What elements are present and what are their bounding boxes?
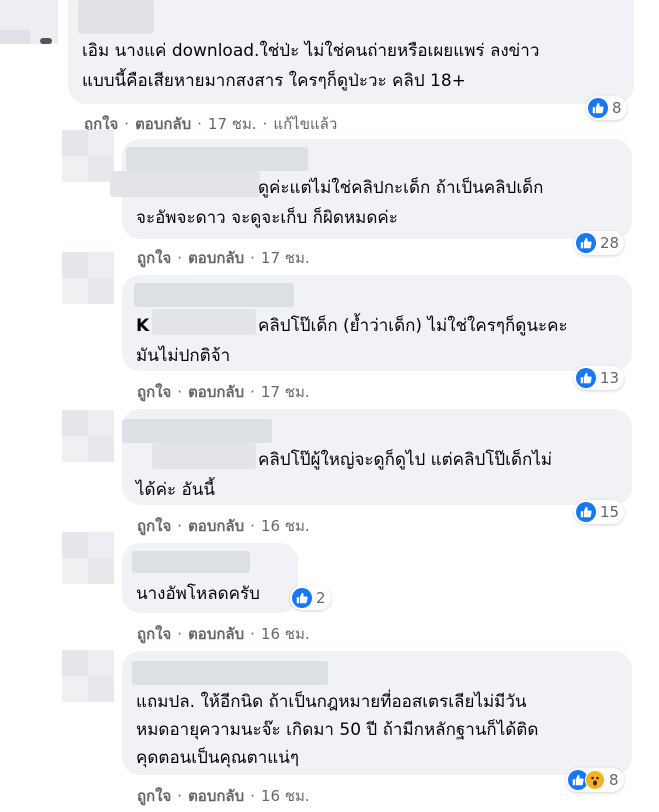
author-name-redacted[interactable]	[132, 661, 328, 685]
comment-actions: ถูกใจ · ตอบกลับ · 16 ชม.	[137, 784, 310, 808]
reply-button[interactable]: ตอบกลับ	[188, 514, 244, 538]
wow-icon	[585, 770, 605, 790]
reply-button[interactable]: ตอบกลับ	[188, 622, 244, 646]
comment-text-line: หมดอายุความนะจ๊ะ เกิดมา 50 ปี ถ้ามีกหลัก…	[136, 720, 539, 740]
like-button[interactable]: ถูกใจ	[137, 380, 171, 404]
comment-text-line: แถมปล. ให้อีกนิด ถ้าเป็นกฎหมายที่ออสเตรเ…	[136, 692, 527, 712]
timestamp[interactable]: 17 ชม.	[261, 246, 310, 270]
commenter-avatar[interactable]	[62, 410, 114, 462]
comment-text-line: คุดตอนเป็นคุณตาแน่ๆ	[136, 748, 299, 768]
author-name-redacted[interactable]	[126, 147, 308, 171]
comment-text-line: มันไม่ปกติจ้า	[136, 346, 231, 366]
comment-bubble: ดูค่ะแต่ไม่ใช่คลิปกะเด็ก ถ้าเป็นคลิปเด็ก…	[110, 139, 632, 239]
comment-actions: ถูกใจ · ตอบกลับ · 17 ชม.	[137, 380, 310, 404]
comment-bubble: แถมปล. ให้อีกนิด ถ้าเป็นกฎหมายที่ออสเตรเ…	[122, 651, 632, 775]
comment-text-line: แบบนี้คือเสียหายมากสงสาร ใครๆก็ดูป่ะวะ ค…	[82, 71, 466, 91]
timestamp[interactable]: 16 ชม.	[261, 784, 310, 808]
author-name-redacted	[152, 309, 256, 335]
reaction-count: 15	[600, 503, 620, 521]
author-name-redacted[interactable]	[122, 419, 272, 443]
comment-actions: ถูกใจ · ตอบกลับ · 16 ชม.	[137, 622, 310, 646]
comment-text-line: ดูค่ะแต่ไม่ใช่คลิปกะเด็ก ถ้าเป็นคลิปเด็ก	[258, 178, 544, 198]
commenter-avatar[interactable]	[62, 650, 114, 702]
reaction-summary[interactable]: 8	[566, 768, 624, 792]
like-button[interactable]: ถูกใจ	[137, 622, 171, 646]
author-name-redacted	[152, 443, 256, 469]
like-icon	[588, 98, 608, 118]
like-icon	[576, 233, 596, 253]
reply-button[interactable]: ตอบกลับ	[188, 380, 244, 404]
comment-bubble: K คลิปโป๊เด็ก (ย้ำว่าเด็ก) ไม่ใช่ใครๆก็ด…	[122, 275, 632, 371]
comment-bubble: เอิม นางแค่ download.ใช่ป่ะ ไม่ใช่คนถ่าย…	[68, 0, 634, 104]
comment-text-line: ได้ค่ะ อันนี้	[136, 480, 215, 500]
commenter-avatar[interactable]	[62, 130, 114, 182]
like-icon	[576, 368, 596, 388]
reply-button[interactable]: ตอบกลับ	[188, 784, 244, 808]
comment-actions: ถูกใจ · ตอบกลับ · 17 ชม.	[137, 246, 310, 270]
comment-text-line: เอิม นางแค่ download.ใช่ป่ะ ไม่ใช่คนถ่าย…	[82, 41, 540, 61]
comment-text-line: จะอัพจะดาว จะดูจะเก็บ ก็ผิดหมดค่ะ	[136, 208, 398, 228]
like-icon	[292, 588, 312, 608]
reaction-summary[interactable]: 28	[574, 231, 625, 255]
timestamp[interactable]: 17 ชม.	[208, 112, 257, 136]
reaction-count: 8	[612, 99, 622, 117]
reaction-summary[interactable]: 2	[290, 586, 331, 610]
like-button[interactable]: ถูกใจ	[137, 246, 171, 270]
like-button[interactable]: ถูกใจ	[137, 514, 171, 538]
reaction-count: 8	[609, 771, 619, 789]
edited-label[interactable]: แก้ไขแล้ว	[273, 112, 337, 136]
author-name-redacted	[110, 171, 260, 197]
commenter-avatar[interactable]	[62, 532, 114, 584]
like-button[interactable]: ถูกใจ	[137, 784, 171, 808]
comment-actions: ถูกใจ · ตอบกลับ · 17 ชม. · แก้ไขแล้ว	[84, 112, 337, 136]
reply-button[interactable]: ตอบกลับ	[135, 112, 191, 136]
timestamp[interactable]: 17 ชม.	[261, 380, 310, 404]
comment-author-initial[interactable]: K	[136, 311, 149, 341]
timestamp[interactable]: 16 ชม.	[261, 514, 310, 538]
comment-text-line: คลิปโป๊ผู้ใหญ่จะดูก็ดูไป แต่คลิปโป๊เด็กไ…	[258, 450, 553, 470]
comment-text-line: นางอัพโหลดครับ	[136, 584, 260, 604]
commenter-avatar[interactable]	[62, 252, 114, 304]
reaction-count: 13	[600, 369, 620, 387]
author-name-redacted[interactable]	[134, 283, 294, 307]
like-icon	[576, 502, 596, 522]
comment-text-line: คลิปโป๊เด็ก (ย้ำว่าเด็ก) ไม่ใช่ใครๆก็ดูน…	[258, 316, 568, 336]
comment-bubble: คลิปโป๊ผู้ใหญ่จะดูก็ดูไป แต่คลิปโป๊เด็กไ…	[122, 409, 632, 505]
commenter-avatar[interactable]	[0, 0, 58, 44]
reaction-count: 2	[316, 589, 326, 607]
author-name-redacted[interactable]	[78, 0, 154, 34]
reaction-summary[interactable]: 13	[574, 366, 625, 390]
reaction-count: 28	[600, 234, 620, 252]
comment-actions: ถูกใจ · ตอบกลับ · 16 ชม.	[137, 514, 310, 538]
author-name-redacted[interactable]	[132, 551, 250, 573]
comment-bubble: นางอัพโหลดครับ	[122, 543, 298, 613]
reaction-summary[interactable]: 8	[586, 96, 627, 120]
timestamp[interactable]: 16 ชม.	[261, 622, 310, 646]
reply-button[interactable]: ตอบกลับ	[188, 246, 244, 270]
reaction-summary[interactable]: 15	[574, 500, 625, 524]
